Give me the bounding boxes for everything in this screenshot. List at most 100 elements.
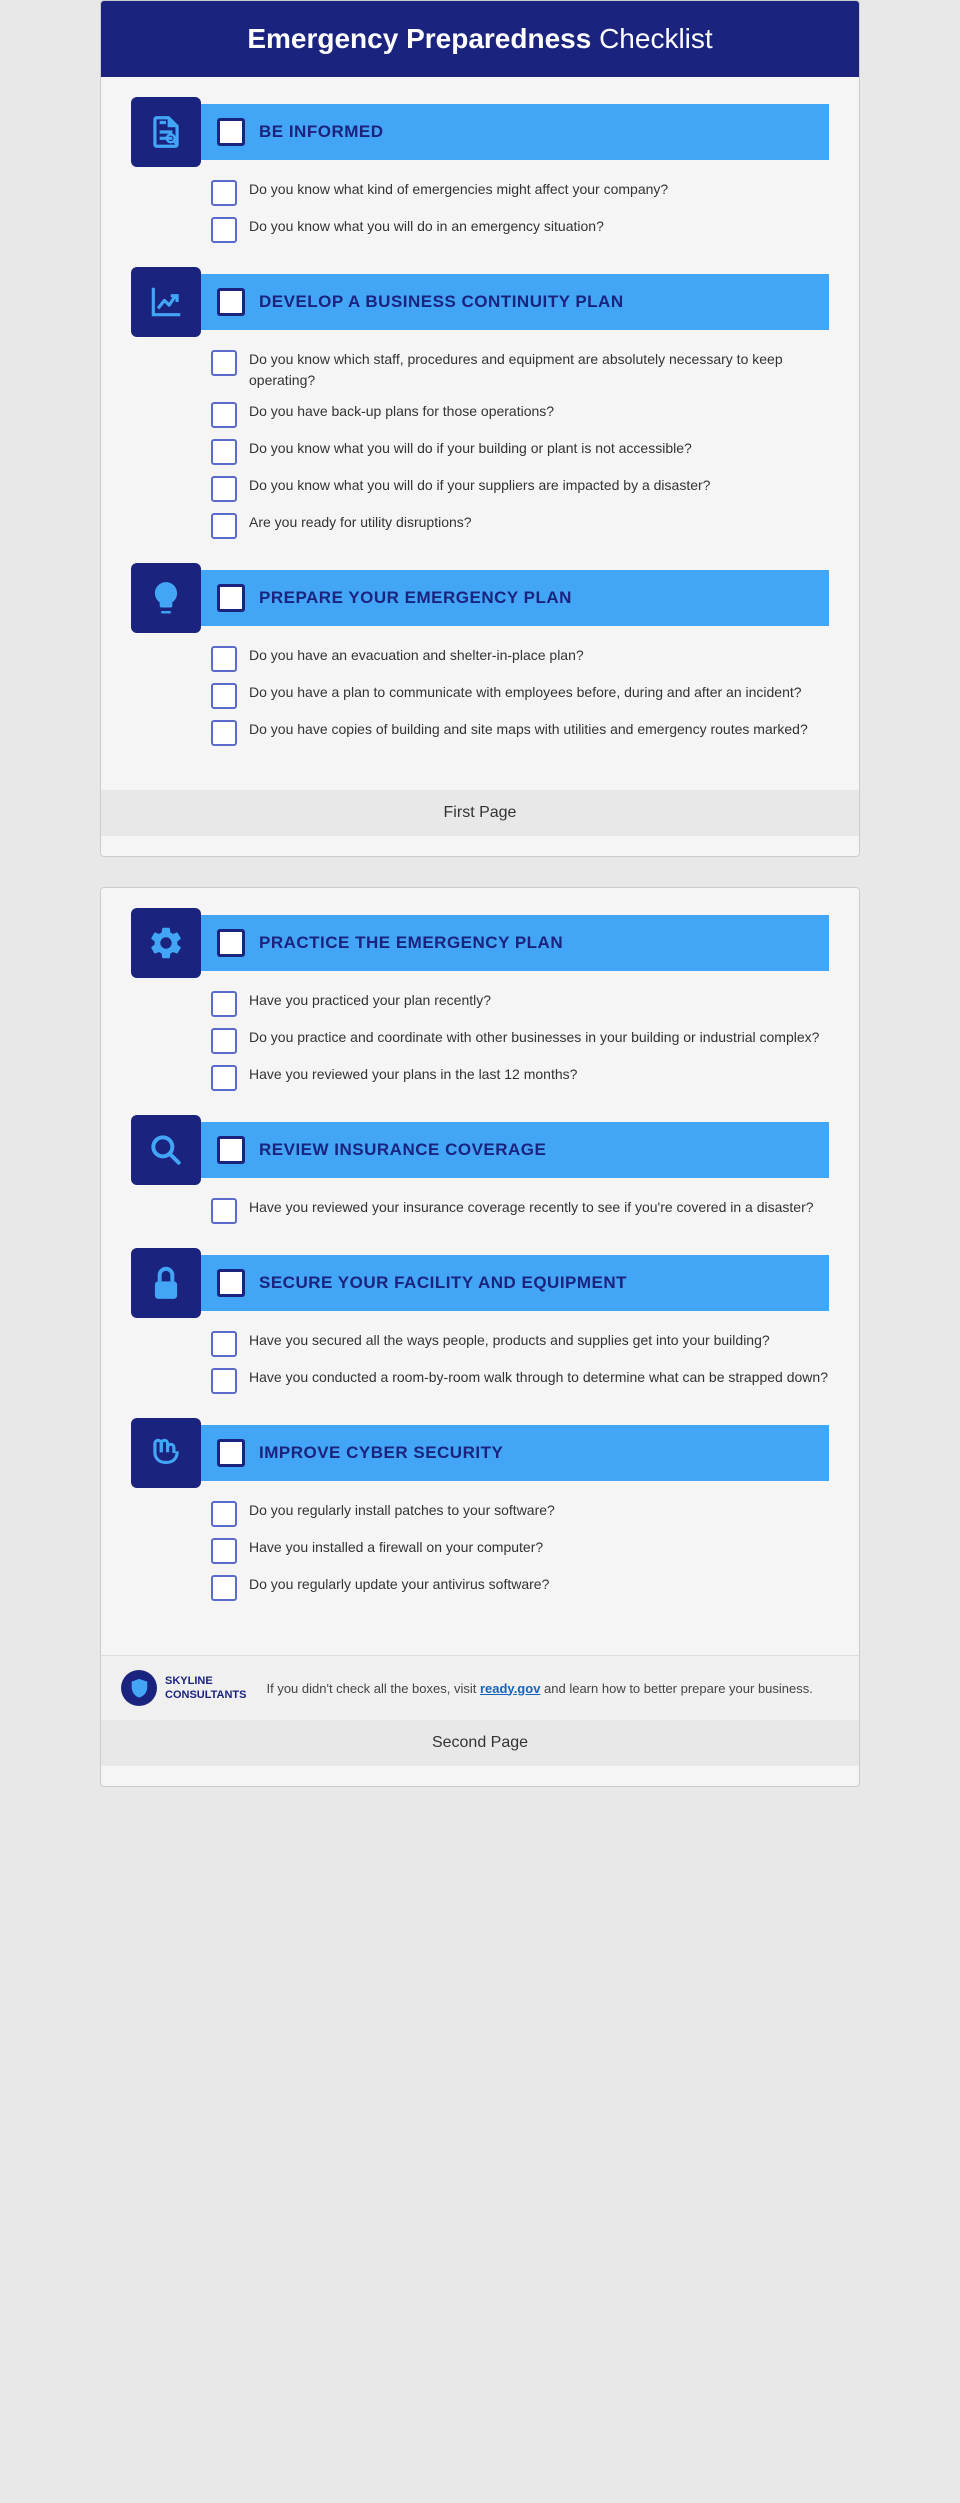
item-checkbox[interactable] (211, 1501, 237, 1527)
item-checkbox[interactable] (211, 1028, 237, 1054)
item-text: Do you regularly install patches to your… (249, 1500, 555, 1521)
cs-title-bar: IMPROVE CYBER SECURITY (201, 1425, 829, 1481)
list-item: Do you regularly update your antivirus s… (211, 1574, 829, 1601)
list-item: Have you conducted a room-by-room walk t… (211, 1367, 829, 1394)
list-item: Do you know what you will do in an emerg… (211, 216, 829, 243)
item-checkbox[interactable] (211, 1065, 237, 1091)
be-informed-title-bar: BE INFORMED (201, 104, 829, 160)
cs-title: IMPROVE CYBER SECURITY (259, 1443, 503, 1463)
item-checkbox[interactable] (211, 1538, 237, 1564)
search-magnify-icon (147, 1131, 185, 1169)
sf-title-bar: SECURE YOUR FACILITY AND EQUIPMENT (201, 1255, 829, 1311)
item-checkbox[interactable] (211, 991, 237, 1017)
list-item: Do you have copies of building and site … (211, 719, 829, 746)
pp-title-bar: PRACTICE THE EMERGENCY PLAN (201, 915, 829, 971)
pp-icon (131, 908, 201, 978)
item-checkbox[interactable] (211, 1368, 237, 1394)
list-item: Do you know which staff, procedures and … (211, 349, 829, 391)
item-text: Have you secured all the ways people, pr… (249, 1330, 770, 1351)
item-text: Do you know what you will do if your sup… (249, 475, 710, 496)
shield-icon (128, 1677, 150, 1699)
section-emergency-plan: PREPARE YOUR EMERGENCY PLAN Do you have … (131, 563, 829, 746)
item-checkbox[interactable] (211, 646, 237, 672)
list-item: Do you know what kind of emergencies mig… (211, 179, 829, 206)
section-be-informed: BE INFORMED Do you know what kind of eme… (131, 97, 829, 243)
item-checkbox[interactable] (211, 439, 237, 465)
gears-icon (147, 924, 185, 962)
lock-icon (147, 1264, 185, 1302)
item-checkbox[interactable] (211, 180, 237, 206)
section-cyber-security: IMPROVE CYBER SECURITY Do you regularly … (131, 1418, 829, 1601)
be-informed-checkbox[interactable] (217, 118, 245, 146)
item-text: Do you know what you will do if your bui… (249, 438, 692, 459)
ins-checkbox[interactable] (217, 1136, 245, 1164)
item-text: Have you practiced your plan recently? (249, 990, 491, 1011)
item-text: Do you practice and coordinate with othe… (249, 1027, 819, 1048)
item-checkbox[interactable] (211, 1331, 237, 1357)
footer-message: If you didn't check all the boxes, visit… (266, 1681, 812, 1696)
item-text: Have you reviewed your plans in the last… (249, 1064, 577, 1085)
ready-gov-link[interactable]: ready.gov (480, 1681, 540, 1696)
page2-content: PRACTICE THE EMERGENCY PLAN Have you pra… (101, 888, 859, 1645)
ep-checkbox[interactable] (217, 584, 245, 612)
list-item: Do you have a plan to communicate with e… (211, 682, 829, 709)
be-informed-icon (131, 97, 201, 167)
ins-title-bar: REVIEW INSURANCE COVERAGE (201, 1122, 829, 1178)
section-header-sf: SECURE YOUR FACILITY AND EQUIPMENT (131, 1248, 829, 1318)
sf-icon (131, 1248, 201, 1318)
section-header-bcp: DEVELOP A BUSINESS CONTINUITY PLAN (131, 267, 829, 337)
ins-icon (131, 1115, 201, 1185)
item-checkbox[interactable] (211, 217, 237, 243)
pp-title: PRACTICE THE EMERGENCY PLAN (259, 933, 563, 953)
document-search-icon (147, 113, 185, 151)
page-title: Emergency Preparedness Checklist (131, 23, 829, 55)
ep-items: Do you have an evacuation and shelter-in… (131, 645, 829, 746)
list-item: Do you have back-up plans for those oper… (211, 401, 829, 428)
title-strong: Emergency Preparedness (247, 23, 591, 54)
list-item: Do you practice and coordinate with othe… (211, 1027, 829, 1054)
ins-title: REVIEW INSURANCE COVERAGE (259, 1140, 546, 1160)
section-header-cs: IMPROVE CYBER SECURITY (131, 1418, 829, 1488)
logo-icon (121, 1670, 157, 1706)
pp-checkbox[interactable] (217, 929, 245, 957)
cs-items: Do you regularly install patches to your… (131, 1500, 829, 1601)
list-item: Do you know what you will do if your sup… (211, 475, 829, 502)
list-item: Do you regularly install patches to your… (211, 1500, 829, 1527)
title-bar: Emergency Preparedness Checklist (101, 1, 859, 77)
chart-up-icon (147, 283, 185, 321)
item-checkbox[interactable] (211, 513, 237, 539)
bcp-title: DEVELOP A BUSINESS CONTINUITY PLAN (259, 292, 624, 312)
list-item: Are you ready for utility disruptions? (211, 512, 829, 539)
page2-label: Second Page (101, 1720, 859, 1766)
bcp-icon (131, 267, 201, 337)
cs-checkbox[interactable] (217, 1439, 245, 1467)
item-checkbox[interactable] (211, 1575, 237, 1601)
item-checkbox[interactable] (211, 720, 237, 746)
item-checkbox[interactable] (211, 1198, 237, 1224)
section-header-be-informed: BE INFORMED (131, 97, 829, 167)
item-checkbox[interactable] (211, 683, 237, 709)
item-checkbox[interactable] (211, 350, 237, 376)
item-text: Do you have an evacuation and shelter-in… (249, 645, 584, 666)
bcp-checkbox[interactable] (217, 288, 245, 316)
item-text: Do you know what kind of emergencies mig… (249, 179, 668, 200)
section-header-pp: PRACTICE THE EMERGENCY PLAN (131, 908, 829, 978)
item-text: Have you installed a firewall on your co… (249, 1537, 543, 1558)
list-item: Have you practiced your plan recently? (211, 990, 829, 1017)
section-business-continuity: DEVELOP A BUSINESS CONTINUITY PLAN Do yo… (131, 267, 829, 539)
ep-title: PREPARE YOUR EMERGENCY PLAN (259, 588, 572, 608)
cs-icon (131, 1418, 201, 1488)
section-secure-facility: SECURE YOUR FACILITY AND EQUIPMENT Have … (131, 1248, 829, 1394)
sf-checkbox[interactable] (217, 1269, 245, 1297)
item-text: Do you know what you will do in an emerg… (249, 216, 604, 237)
section-practice-plan: PRACTICE THE EMERGENCY PLAN Have you pra… (131, 908, 829, 1091)
ins-items: Have you reviewed your insurance coverag… (131, 1197, 829, 1224)
section-insurance: REVIEW INSURANCE COVERAGE Have you revie… (131, 1115, 829, 1224)
footer-logo: SKYLINE CONSULTANTS (121, 1670, 246, 1706)
item-checkbox[interactable] (211, 476, 237, 502)
item-text: Do you have copies of building and site … (249, 719, 808, 740)
list-item: Do you have an evacuation and shelter-in… (211, 645, 829, 672)
ep-title-bar: PREPARE YOUR EMERGENCY PLAN (201, 570, 829, 626)
list-item: Have you secured all the ways people, pr… (211, 1330, 829, 1357)
item-checkbox[interactable] (211, 402, 237, 428)
